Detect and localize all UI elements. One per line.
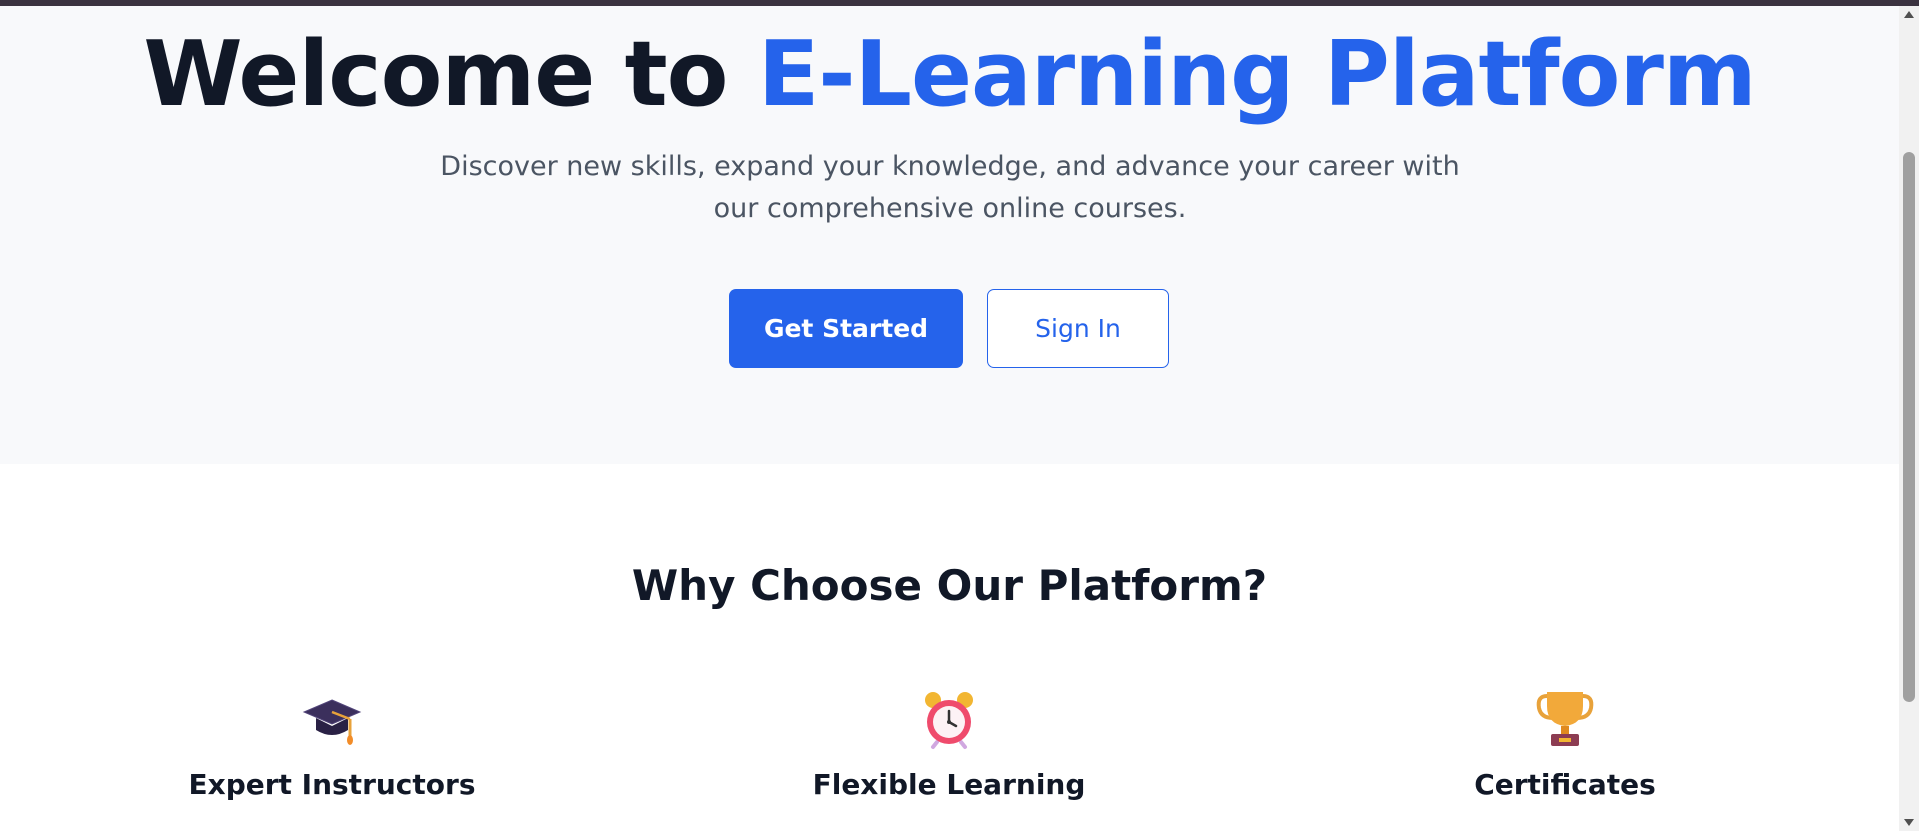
- scrollbar-thumb[interactable]: [1903, 152, 1915, 702]
- feature-certificates: Certificates: [1355, 686, 1775, 801]
- hero-title-prefix: Welcome to: [143, 22, 758, 127]
- feature-label: Flexible Learning: [812, 768, 1086, 801]
- alarm-clock-icon: [925, 692, 973, 749]
- scroll-down-arrow-icon[interactable]: [1899, 814, 1919, 831]
- hero-title-accent: E-Learning Platform: [757, 22, 1757, 127]
- hero-subtitle: Discover new skills, expand your knowled…: [440, 151, 1460, 224]
- scroll-up-arrow-icon[interactable]: [1899, 6, 1919, 23]
- feature-flexible-learning: Flexible Learning: [739, 686, 1159, 801]
- trophy-icon: [1536, 692, 1594, 746]
- feature-label: Expert Instructors: [188, 768, 476, 801]
- sign-in-button[interactable]: Sign In: [987, 289, 1169, 368]
- hero-title: Welcome to E-Learning Platform: [0, 20, 1899, 130]
- features-heading: Why Choose Our Platform?: [631, 561, 1268, 610]
- vertical-scrollbar[interactable]: [1899, 6, 1919, 831]
- feature-label: Certificates: [1474, 768, 1656, 801]
- feature-expert-instructors: Expert Instructors: [122, 686, 542, 801]
- get-started-button[interactable]: Get Started: [729, 289, 963, 368]
- page-viewport: Welcome to E-Learning Platform Discover …: [0, 6, 1899, 831]
- graduation-cap-icon: [302, 699, 362, 745]
- hero-section: Welcome to E-Learning Platform Discover …: [0, 6, 1899, 464]
